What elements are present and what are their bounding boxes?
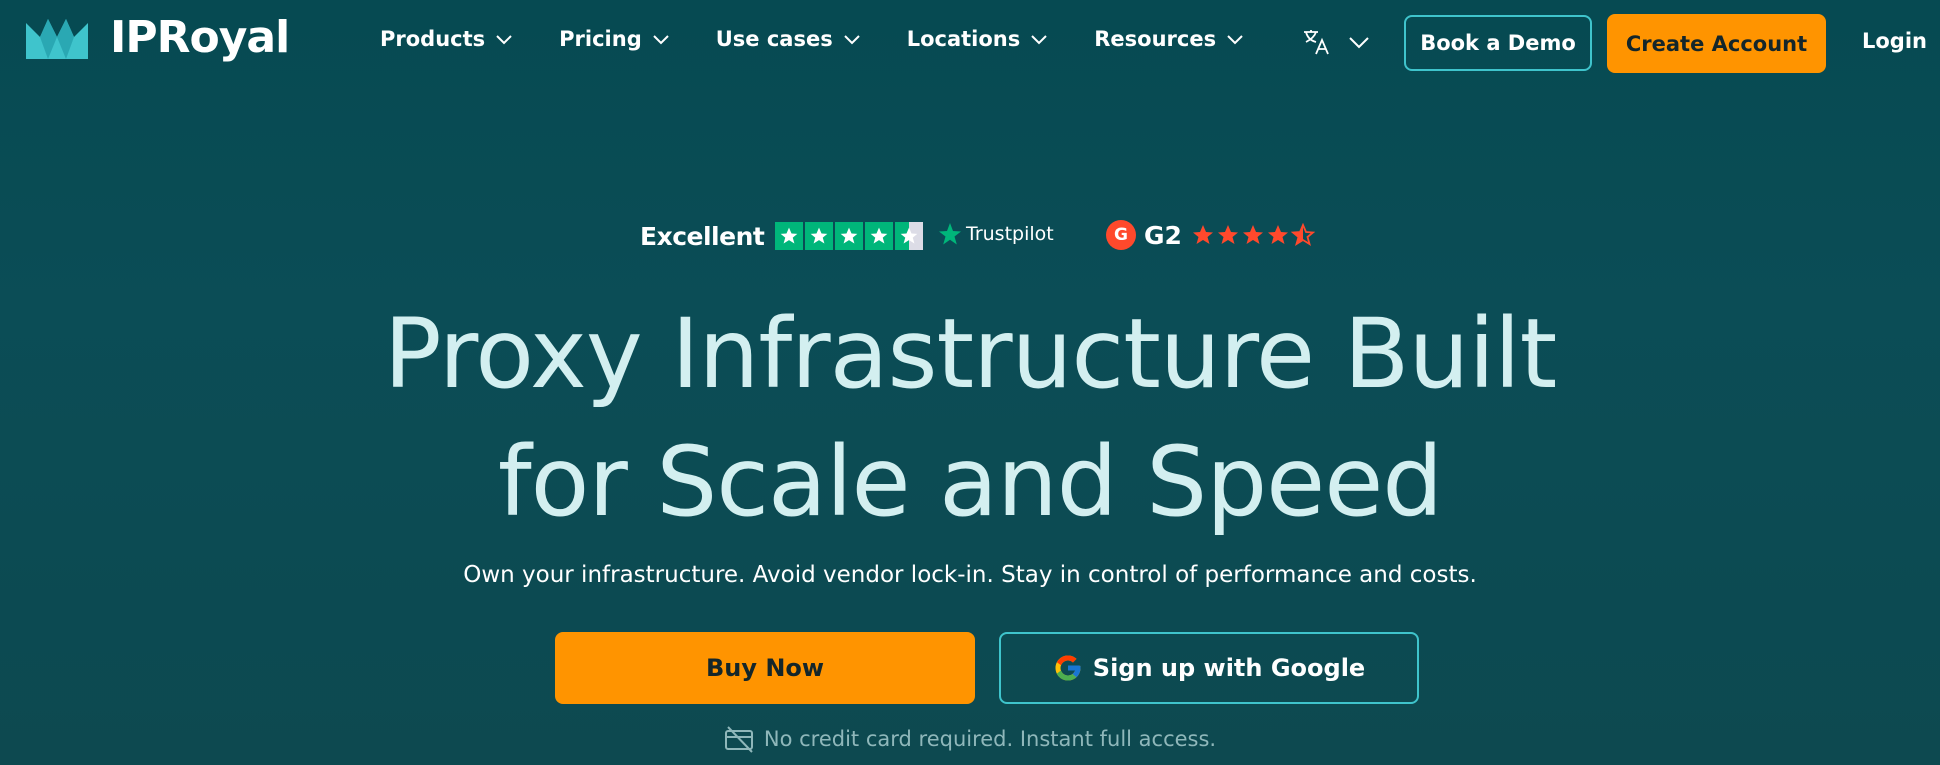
g2-brand: G2 [1144, 220, 1182, 250]
buy-now-button[interactable]: Buy Now [555, 632, 975, 704]
menu-use-cases[interactable]: Use cases [716, 27, 861, 51]
star-icon [1217, 225, 1238, 244]
menu-use-cases-label: Use cases [715, 27, 833, 51]
google-signup-button[interactable]: Sign up with Google [999, 632, 1419, 704]
menu-pricing[interactable]: Pricing [559, 27, 670, 51]
menu-pricing-label: Pricing [559, 27, 642, 51]
brand-logo[interactable]: IPRoyal [26, 12, 290, 63]
trustpilot-logo[interactable]: Trustpilot [938, 222, 1054, 246]
g2-stars [1191, 223, 1316, 247]
translate-icon [1304, 30, 1329, 55]
star-icon [865, 222, 893, 250]
chevron-down-icon [1227, 35, 1243, 45]
menu-locations[interactable]: Locations [907, 27, 1049, 51]
trustpilot-star-icon [939, 223, 961, 245]
g2-logo-icon: G [1106, 220, 1136, 250]
trustpilot-rating-label: Excellent [640, 222, 765, 251]
star-icon [805, 222, 833, 250]
chevron-down-icon [653, 35, 669, 45]
main-menu: Products Pricing Use cases Locations Res… [380, 27, 1244, 51]
hero-subtitle: Own your infrastructure. Avoid vendor lo… [463, 562, 1477, 588]
half-star-icon [1290, 223, 1315, 246]
star-icon [1242, 225, 1263, 244]
menu-products[interactable]: Products [380, 27, 513, 51]
chevron-down-icon [496, 35, 512, 45]
g2-rating[interactable]: G G2 [1106, 220, 1316, 250]
no-credit-card-text: No credit card required. Instant full ac… [763, 727, 1217, 751]
menu-resources-label: Resources [1094, 27, 1217, 51]
hero-headline-line-1: Proxy Infrastructure Built [383, 298, 1558, 410]
chevron-down-icon [1031, 35, 1047, 45]
trustpilot-brand: Trustpilot [966, 223, 1054, 245]
create-account-button[interactable]: Create Account [1607, 14, 1826, 73]
book-demo-button[interactable]: Book a Demo [1404, 15, 1592, 71]
chevron-down-icon [1349, 37, 1369, 49]
menu-locations-label: Locations [906, 27, 1021, 51]
login-link[interactable]: Login [1862, 29, 1927, 53]
no-credit-card-note: No credit card required. Instant full ac… [0, 725, 1940, 753]
credit-card-off-icon [724, 726, 753, 753]
menu-products-label: Products [380, 27, 486, 51]
top-navbar: IPRoyal Products Pricing Use cases Locat… [0, 0, 1940, 86]
star-icon [835, 222, 863, 250]
star-icon [1192, 225, 1213, 244]
chevron-down-icon [843, 35, 860, 45]
star-icon [775, 222, 803, 250]
hero-headline: Proxy Infrastructure Built for Scale and… [0, 290, 1940, 546]
crown-icon [26, 19, 88, 59]
language-selector[interactable] [1302, 28, 1370, 56]
ratings-bar: Excellent Trustpilot G G2 [640, 218, 1340, 258]
brand-name: IPRoyal [110, 12, 290, 63]
hero-headline-line-2: for Scale and Speed [497, 426, 1443, 538]
star-icon [1267, 225, 1288, 244]
half-star-icon [895, 222, 923, 250]
trustpilot-stars [775, 222, 925, 250]
google-signup-label: Sign up with Google [1092, 654, 1366, 682]
page: IPRoyal Products Pricing Use cases Locat… [0, 0, 1940, 765]
menu-resources[interactable]: Resources [1094, 27, 1244, 51]
google-icon [1055, 655, 1081, 681]
